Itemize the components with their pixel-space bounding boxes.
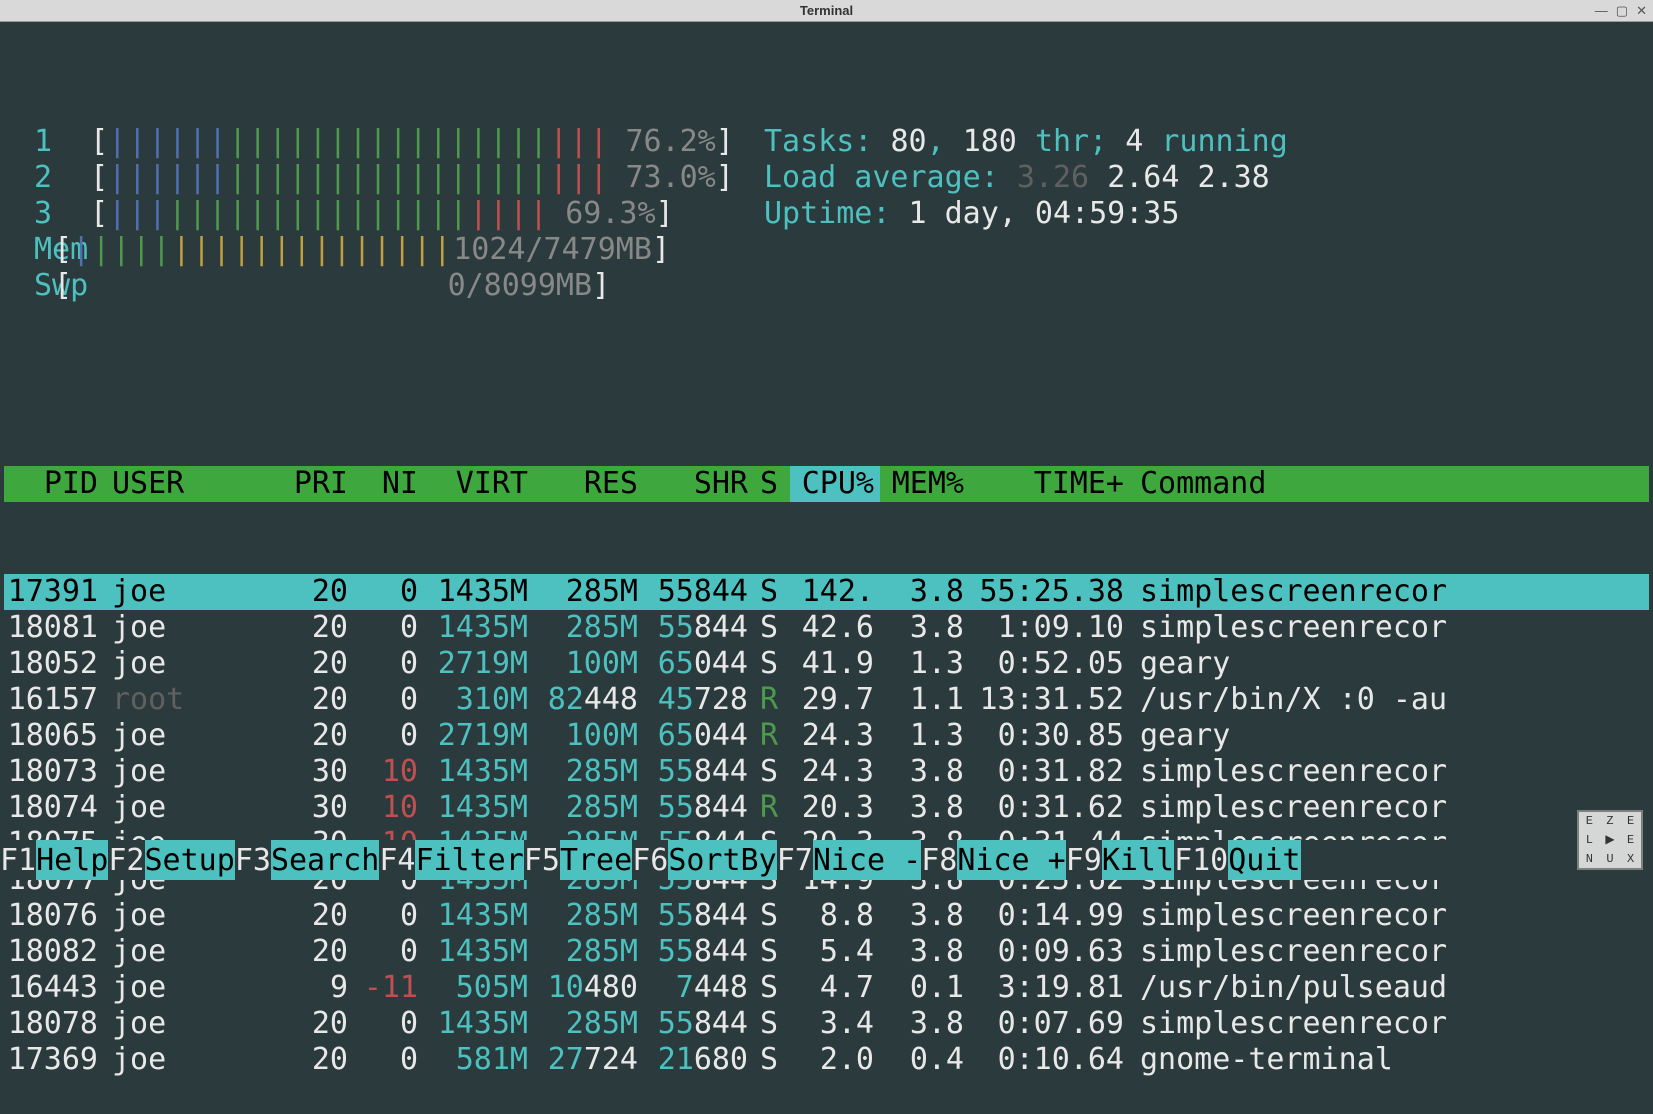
process-row[interactable]: 18052 joe 20 0 2719M 100M 65044 S 41.9 1… <box>4 646 1649 682</box>
col-user[interactable]: USER <box>104 466 254 502</box>
process-row[interactable]: 18082 joe 20 0 1435M 285M 55844 S 5.4 3.… <box>4 934 1649 970</box>
faction-Filter[interactable]: Filter <box>415 840 523 880</box>
col-virt[interactable]: VIRT <box>424 466 534 502</box>
process-header[interactable]: PID USER PRI NI VIRT RES SHR S CPU% MEM%… <box>4 466 1649 502</box>
maximize-button[interactable]: ▢ <box>1616 3 1628 19</box>
col-shr[interactable]: SHR <box>644 466 754 502</box>
titlebar: Terminal — ▢ ✕ <box>0 0 1653 22</box>
process-row[interactable]: 17391 joe 20 0 1435M 285M 55844 S 142. 3… <box>4 574 1649 610</box>
fkey-F10: F10 <box>1174 840 1228 880</box>
minimize-button[interactable]: — <box>1595 3 1608 19</box>
function-key-bar: F1Help F2Setup F3SearchF4FilterF5Tree F6… <box>0 840 1653 880</box>
process-row[interactable]: 16443 joe 9 -11 505M 10480 7448 S 4.7 0.… <box>4 970 1649 1006</box>
meter-row: 1 [|||||||||||||||||||||||||76.2%]Tasks:… <box>4 124 1649 160</box>
fkey-F1: F1 <box>0 840 36 880</box>
col-cmd[interactable]: Command <box>1130 466 1649 502</box>
process-row[interactable]: 18081 joe 20 0 1435M 285M 55844 S 42.6 3… <box>4 610 1649 646</box>
faction-Search[interactable]: Search <box>271 840 379 880</box>
fkey-F7: F7 <box>777 840 813 880</box>
window-title: Terminal <box>800 3 853 18</box>
fkey-F9: F9 <box>1066 840 1102 880</box>
fkey-F5: F5 <box>524 840 560 880</box>
faction-Kill[interactable]: Kill <box>1102 840 1174 880</box>
process-row[interactable]: 18074 joe 30 10 1435M 285M 55844 R 20.3 … <box>4 790 1649 826</box>
process-row[interactable]: 18076 joe 20 0 1435M 285M 55844 S 8.8 3.… <box>4 898 1649 934</box>
process-row[interactable]: 18073 joe 30 10 1435M 285M 55844 S 24.3 … <box>4 754 1649 790</box>
col-pid[interactable]: PID <box>4 466 104 502</box>
faction-Nice -[interactable]: Nice - <box>813 840 921 880</box>
faction-SortBy[interactable]: SortBy <box>668 840 776 880</box>
htop-screen: 1 [|||||||||||||||||||||||||76.2%]Tasks:… <box>0 22 1653 1114</box>
meter-row: 2 [|||||||||||||||||||||||||73.0%]Load a… <box>4 160 1649 196</box>
col-mem[interactable]: MEM% <box>880 466 970 502</box>
col-time[interactable]: TIME+ <box>970 466 1130 502</box>
col-res[interactable]: RES <box>534 466 644 502</box>
fkey-F3: F3 <box>235 840 271 880</box>
fkey-F4: F4 <box>379 840 415 880</box>
faction-Help[interactable]: Help <box>36 840 108 880</box>
process-row[interactable]: 18078 joe 20 0 1435M 285M 55844 S 3.4 3.… <box>4 1006 1649 1042</box>
col-s[interactable]: S <box>754 466 790 502</box>
watermark-logo: EZE L▶E NUX <box>1577 810 1643 870</box>
faction-Quit[interactable]: Quit <box>1228 840 1300 880</box>
fkey-F8: F8 <box>921 840 957 880</box>
meter-row: Mem[|||||||||||||||||||1024/7479MB] <box>4 232 1649 268</box>
meter-row: 3 [||||||||||||||||||||||69.3%]Uptime: 1… <box>4 196 1649 232</box>
fkey-F2: F2 <box>108 840 144 880</box>
col-cpu[interactable]: CPU% <box>790 466 880 502</box>
process-row[interactable]: 17369 joe 20 0 581M 27724 21680 S 2.0 0.… <box>4 1042 1649 1078</box>
process-row[interactable]: 18065 joe 20 0 2719M 100M 65044 R 24.3 1… <box>4 718 1649 754</box>
col-ni[interactable]: NI <box>354 466 424 502</box>
faction-Nice +[interactable]: Nice + <box>957 840 1065 880</box>
faction-Tree[interactable]: Tree <box>560 840 632 880</box>
col-pri[interactable]: PRI <box>254 466 354 502</box>
close-button[interactable]: ✕ <box>1636 3 1647 19</box>
process-row[interactable]: 16157 root 20 0 310M 82448 45728 R 29.7 … <box>4 682 1649 718</box>
fkey-F6: F6 <box>632 840 668 880</box>
faction-Setup[interactable]: Setup <box>145 840 235 880</box>
meter-row: Swp[0/8099MB] <box>4 268 1649 304</box>
